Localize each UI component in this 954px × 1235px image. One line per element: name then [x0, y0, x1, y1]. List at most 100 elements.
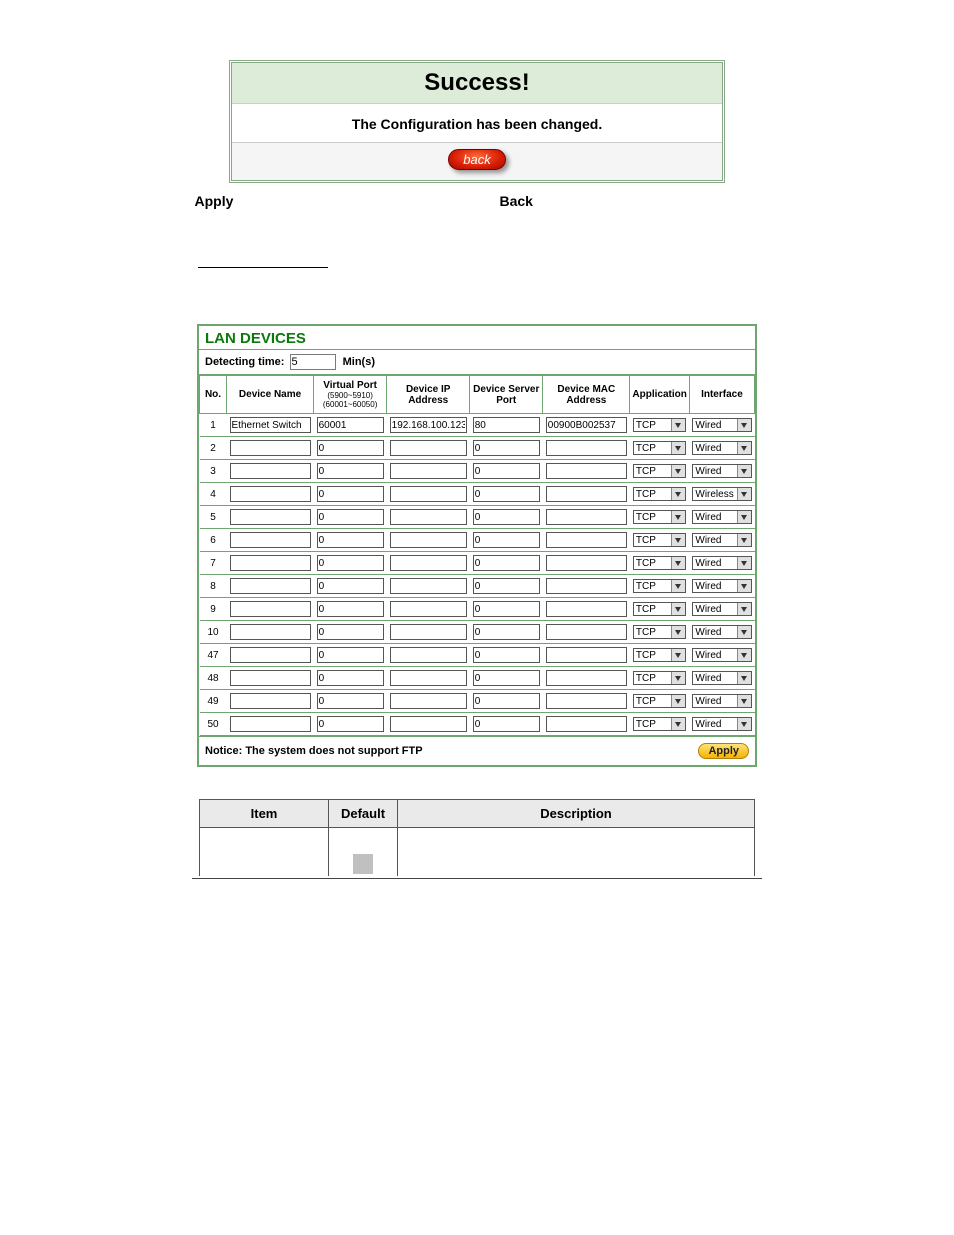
- mac-input[interactable]: [546, 624, 627, 640]
- server-port-input[interactable]: [473, 532, 540, 548]
- device-name-input[interactable]: [230, 624, 311, 640]
- interface-select[interactable]: Wired: [692, 533, 751, 547]
- ip-input[interactable]: [390, 463, 467, 479]
- application-select[interactable]: TCP: [633, 510, 687, 524]
- virtual-port-input[interactable]: [317, 555, 384, 571]
- interface-select[interactable]: Wired: [692, 671, 751, 685]
- device-name-input[interactable]: [230, 716, 311, 732]
- interface-select[interactable]: Wired: [692, 441, 751, 455]
- mac-input[interactable]: [546, 716, 627, 732]
- application-select[interactable]: TCP: [633, 602, 687, 616]
- server-port-input[interactable]: [473, 716, 540, 732]
- device-name-input[interactable]: [230, 440, 311, 456]
- ip-input[interactable]: [390, 417, 467, 433]
- ip-input[interactable]: [390, 670, 467, 686]
- ip-input[interactable]: [390, 486, 467, 502]
- interface-select[interactable]: Wired: [692, 694, 751, 708]
- ip-input[interactable]: [390, 532, 467, 548]
- application-select[interactable]: TCP: [633, 717, 687, 731]
- device-name-input[interactable]: [230, 578, 311, 594]
- ip-input[interactable]: [390, 578, 467, 594]
- ip-input[interactable]: [390, 716, 467, 732]
- device-name-input[interactable]: [230, 509, 311, 525]
- ip-input[interactable]: [390, 647, 467, 663]
- server-port-input[interactable]: [473, 417, 540, 433]
- mac-input[interactable]: [546, 555, 627, 571]
- interface-select[interactable]: Wireless: [692, 487, 751, 501]
- server-port-input[interactable]: [473, 624, 540, 640]
- application-select[interactable]: TCP: [633, 487, 687, 501]
- mac-input[interactable]: [546, 601, 627, 617]
- virtual-port-input[interactable]: [317, 486, 384, 502]
- interface-select[interactable]: Wired: [692, 602, 751, 616]
- server-port-input[interactable]: [473, 440, 540, 456]
- mac-input[interactable]: [546, 417, 627, 433]
- mac-input[interactable]: [546, 578, 627, 594]
- server-port-input[interactable]: [473, 486, 540, 502]
- mac-input[interactable]: [546, 463, 627, 479]
- ip-input[interactable]: [390, 440, 467, 456]
- mac-input[interactable]: [546, 532, 627, 548]
- application-select[interactable]: TCP: [633, 671, 687, 685]
- virtual-port-input[interactable]: [317, 417, 384, 433]
- application-select[interactable]: TCP: [633, 694, 687, 708]
- virtual-port-input[interactable]: [317, 647, 384, 663]
- device-name-input[interactable]: [230, 486, 311, 502]
- interface-select[interactable]: Wired: [692, 464, 751, 478]
- mac-input[interactable]: [546, 670, 627, 686]
- interface-select[interactable]: Wired: [692, 510, 751, 524]
- application-select[interactable]: TCP: [633, 464, 687, 478]
- virtual-port-input[interactable]: [317, 693, 384, 709]
- interface-select[interactable]: Wired: [692, 717, 751, 731]
- device-name-input[interactable]: [230, 463, 311, 479]
- ip-input[interactable]: [390, 509, 467, 525]
- virtual-port-input[interactable]: [317, 440, 384, 456]
- application-select[interactable]: TCP: [633, 579, 687, 593]
- server-port-input[interactable]: [473, 601, 540, 617]
- ip-input[interactable]: [390, 555, 467, 571]
- ip-input[interactable]: [390, 624, 467, 640]
- mac-input[interactable]: [546, 647, 627, 663]
- device-name-input[interactable]: [230, 670, 311, 686]
- application-select[interactable]: TCP: [633, 441, 687, 455]
- server-port-input[interactable]: [473, 463, 540, 479]
- virtual-port-input[interactable]: [317, 624, 384, 640]
- virtual-port-input[interactable]: [317, 601, 384, 617]
- mac-input[interactable]: [546, 693, 627, 709]
- device-name-input[interactable]: [230, 601, 311, 617]
- interface-select[interactable]: Wired: [692, 648, 751, 662]
- interface-select[interactable]: Wired: [692, 579, 751, 593]
- interface-select[interactable]: Wired: [692, 556, 751, 570]
- server-port-input[interactable]: [473, 578, 540, 594]
- server-port-input[interactable]: [473, 647, 540, 663]
- device-name-input[interactable]: [230, 693, 311, 709]
- ip-input[interactable]: [390, 693, 467, 709]
- apply-button[interactable]: Apply: [698, 743, 749, 759]
- device-name-input[interactable]: [230, 647, 311, 663]
- server-port-input[interactable]: [473, 509, 540, 525]
- interface-select[interactable]: Wired: [692, 625, 751, 639]
- application-select[interactable]: TCP: [633, 625, 687, 639]
- virtual-port-input[interactable]: [317, 670, 384, 686]
- server-port-input[interactable]: [473, 670, 540, 686]
- virtual-port-input[interactable]: [317, 463, 384, 479]
- virtual-port-input[interactable]: [317, 716, 384, 732]
- mac-input[interactable]: [546, 486, 627, 502]
- device-name-input[interactable]: [230, 532, 311, 548]
- detecting-time-input[interactable]: [290, 354, 336, 370]
- virtual-port-input[interactable]: [317, 532, 384, 548]
- interface-select[interactable]: Wired: [692, 418, 751, 432]
- application-select[interactable]: TCP: [633, 556, 687, 570]
- back-button[interactable]: back: [448, 149, 505, 170]
- application-select[interactable]: TCP: [633, 648, 687, 662]
- mac-input[interactable]: [546, 440, 627, 456]
- application-select[interactable]: TCP: [633, 418, 687, 432]
- virtual-port-input[interactable]: [317, 509, 384, 525]
- ip-input[interactable]: [390, 601, 467, 617]
- server-port-input[interactable]: [473, 555, 540, 571]
- device-name-input[interactable]: [230, 555, 311, 571]
- virtual-port-input[interactable]: [317, 578, 384, 594]
- application-select[interactable]: TCP: [633, 533, 687, 547]
- device-name-input[interactable]: [230, 417, 311, 433]
- mac-input[interactable]: [546, 509, 627, 525]
